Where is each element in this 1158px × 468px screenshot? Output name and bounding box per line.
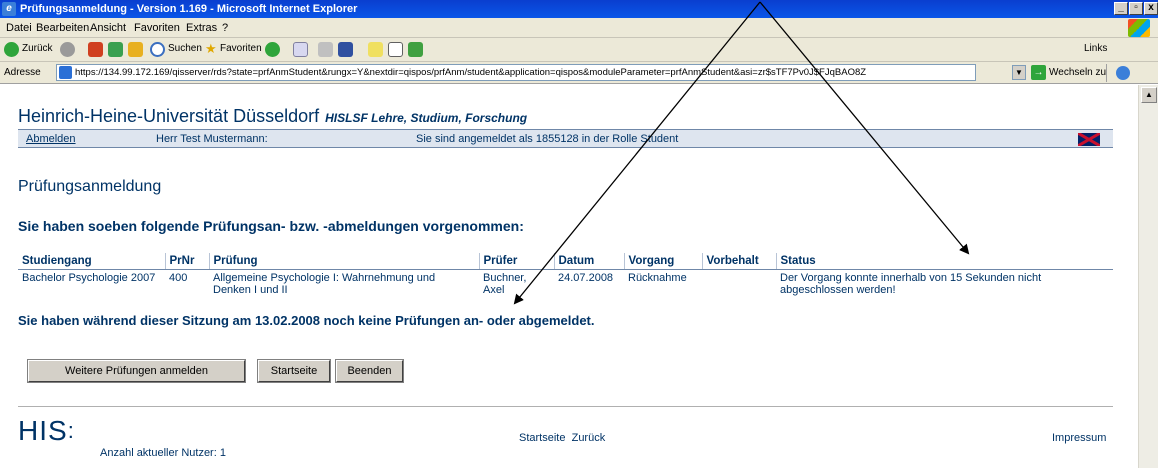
login-status-bar: Abmelden Herr Test Mustermann: Sie sind … xyxy=(18,129,1113,148)
back-arrow-icon[interactable] xyxy=(4,42,19,57)
table-row: Bachelor Psychologie 2007 400 Allgemeine… xyxy=(18,270,1113,299)
history-icon[interactable] xyxy=(265,42,280,57)
logout-link[interactable]: Abmelden xyxy=(26,133,76,145)
english-flag-icon[interactable] xyxy=(1078,133,1100,146)
ie-logo-icon: e xyxy=(2,2,16,16)
column-header: Prüfer xyxy=(479,253,555,270)
toolbar-separator xyxy=(1106,64,1107,82)
favorites-star-icon[interactable]: ★ xyxy=(205,41,217,57)
column-header: Studiengang xyxy=(18,253,166,270)
his-logo: HIS: xyxy=(18,415,75,447)
maximize-button[interactable]: ▫ xyxy=(1129,2,1143,15)
home-icon[interactable] xyxy=(128,42,143,57)
system-name: HISLSF Lehre, Studium, Forschung xyxy=(325,111,528,125)
cell-datum: 24.07.2008 xyxy=(558,272,614,284)
cell-vorbehalt xyxy=(702,270,776,299)
mail-icon[interactable] xyxy=(293,42,308,57)
window-title-bar: e Prüfungsanmeldung - Version 1.169 - Mi… xyxy=(0,0,1158,18)
exam-table: Studiengang PrNr Prüfung Prüfer Datum Vo… xyxy=(18,253,1113,298)
page-content: Heinrich-Heine-Universität Düsseldorf HIS… xyxy=(0,85,1138,468)
cell-vorgang: Rücknahme xyxy=(628,272,687,284)
footer-divider xyxy=(18,406,1113,407)
address-bar: Adresse https://134.99.172.169/qisserver… xyxy=(0,62,1158,84)
register-more-button[interactable]: Weitere Prüfungen anmelden xyxy=(27,359,246,383)
menu-help[interactable]: ? xyxy=(222,22,228,34)
cell-status: Der Vorgang konnte innerhalb von 15 Seku… xyxy=(780,272,1042,296)
back-button[interactable]: Zurück xyxy=(22,43,53,54)
url-input[interactable]: https://134.99.172.169/qisserver/rds?sta… xyxy=(56,64,976,81)
column-header: Vorbehalt xyxy=(702,253,777,270)
cell-pruefung: Allgemeine Psychologie I: Wahrnehmung un… xyxy=(213,272,436,296)
user-count: Anzahl aktueller Nutzer: 1 xyxy=(100,447,226,459)
menu-bearbeiten[interactable]: Bearbeiten xyxy=(36,22,89,34)
menu-bar: Datei Bearbeiten Ansicht Favoriten Extra… xyxy=(0,18,1158,38)
vertical-scrollbar[interactable]: ▲ xyxy=(1138,85,1158,468)
menu-ansicht[interactable]: Ansicht xyxy=(90,22,126,34)
column-header: Vorgang xyxy=(624,253,703,270)
university-header: Heinrich-Heine-Universität Düsseldorf HIS… xyxy=(18,106,527,127)
folder-icon[interactable] xyxy=(368,42,383,57)
scroll-up-icon[interactable]: ▲ xyxy=(1141,87,1157,103)
go-button[interactable]: Wechseln zu xyxy=(1049,67,1106,78)
favorites-button[interactable]: Favoriten xyxy=(220,43,262,54)
menu-extras[interactable]: Extras xyxy=(186,22,217,34)
windows-logo-icon xyxy=(1128,19,1150,37)
table-header-row: Studiengang PrNr Prüfung Prüfer Datum Vo… xyxy=(18,253,1113,270)
impressum-link[interactable]: Impressum xyxy=(1052,432,1106,444)
column-header: Status xyxy=(776,253,1113,270)
messenger-icon[interactable] xyxy=(388,42,403,57)
refresh-icon[interactable] xyxy=(108,42,123,57)
login-role: Sie sind angemeldet als 1855128 in der R… xyxy=(416,133,679,145)
cell-prnr: 400 xyxy=(169,272,188,284)
his-logo-text: HIS xyxy=(18,415,68,446)
home-button[interactable]: Startseite xyxy=(257,359,331,383)
result-heading: Sie haben soeben folgende Prüfungsan- bz… xyxy=(18,218,524,234)
university-name: Heinrich-Heine-Universität Düsseldorf xyxy=(18,106,320,126)
page-title: Prüfungsanmeldung xyxy=(18,178,162,195)
column-header: Prüfung xyxy=(209,253,480,270)
print-icon[interactable] xyxy=(318,42,333,57)
extension-icon[interactable] xyxy=(1116,66,1130,80)
window-title: Prüfungsanmeldung - Version 1.169 - Micr… xyxy=(20,3,358,15)
links-label[interactable]: Links xyxy=(1084,43,1107,54)
stop-icon[interactable] xyxy=(88,42,103,57)
search-button[interactable]: Suchen xyxy=(168,43,202,54)
footer-links: Startseite Zurück xyxy=(519,432,605,444)
column-header: Datum xyxy=(554,253,625,270)
footer-home-link[interactable]: Startseite xyxy=(519,432,565,444)
minimize-button[interactable]: _ xyxy=(1114,2,1128,15)
page-icon xyxy=(59,66,72,79)
toolbar: Zurück Suchen ★ Favoriten Links xyxy=(0,38,1158,62)
footer-back-link[interactable]: Zurück xyxy=(572,432,606,444)
search-icon[interactable] xyxy=(150,42,165,57)
his-logo-dots: : xyxy=(67,418,75,443)
user-name: Herr Test Mustermann: xyxy=(156,133,268,145)
session-message: Sie haben während dieser Sitzung am 13.0… xyxy=(18,313,595,328)
forward-arrow-icon[interactable] xyxy=(60,42,75,57)
edit-word-icon[interactable] xyxy=(338,42,353,57)
cell-pruefer: Buchner, Axel xyxy=(483,272,527,296)
close-button[interactable]: x xyxy=(1144,2,1158,15)
address-label: Adresse xyxy=(4,67,41,78)
url-text: https://134.99.172.169/qisserver/rds?sta… xyxy=(75,67,867,78)
quit-button[interactable]: Beenden xyxy=(335,359,404,383)
url-dropdown-icon[interactable]: ▼ xyxy=(1012,65,1026,80)
go-arrow-icon[interactable]: → xyxy=(1031,65,1046,80)
tool-icon[interactable] xyxy=(408,42,423,57)
column-header: PrNr xyxy=(165,253,210,270)
cell-studiengang: Bachelor Psychologie 2007 xyxy=(22,272,156,284)
menu-datei[interactable]: Datei xyxy=(6,22,32,34)
menu-favoriten[interactable]: Favoriten xyxy=(134,22,180,34)
